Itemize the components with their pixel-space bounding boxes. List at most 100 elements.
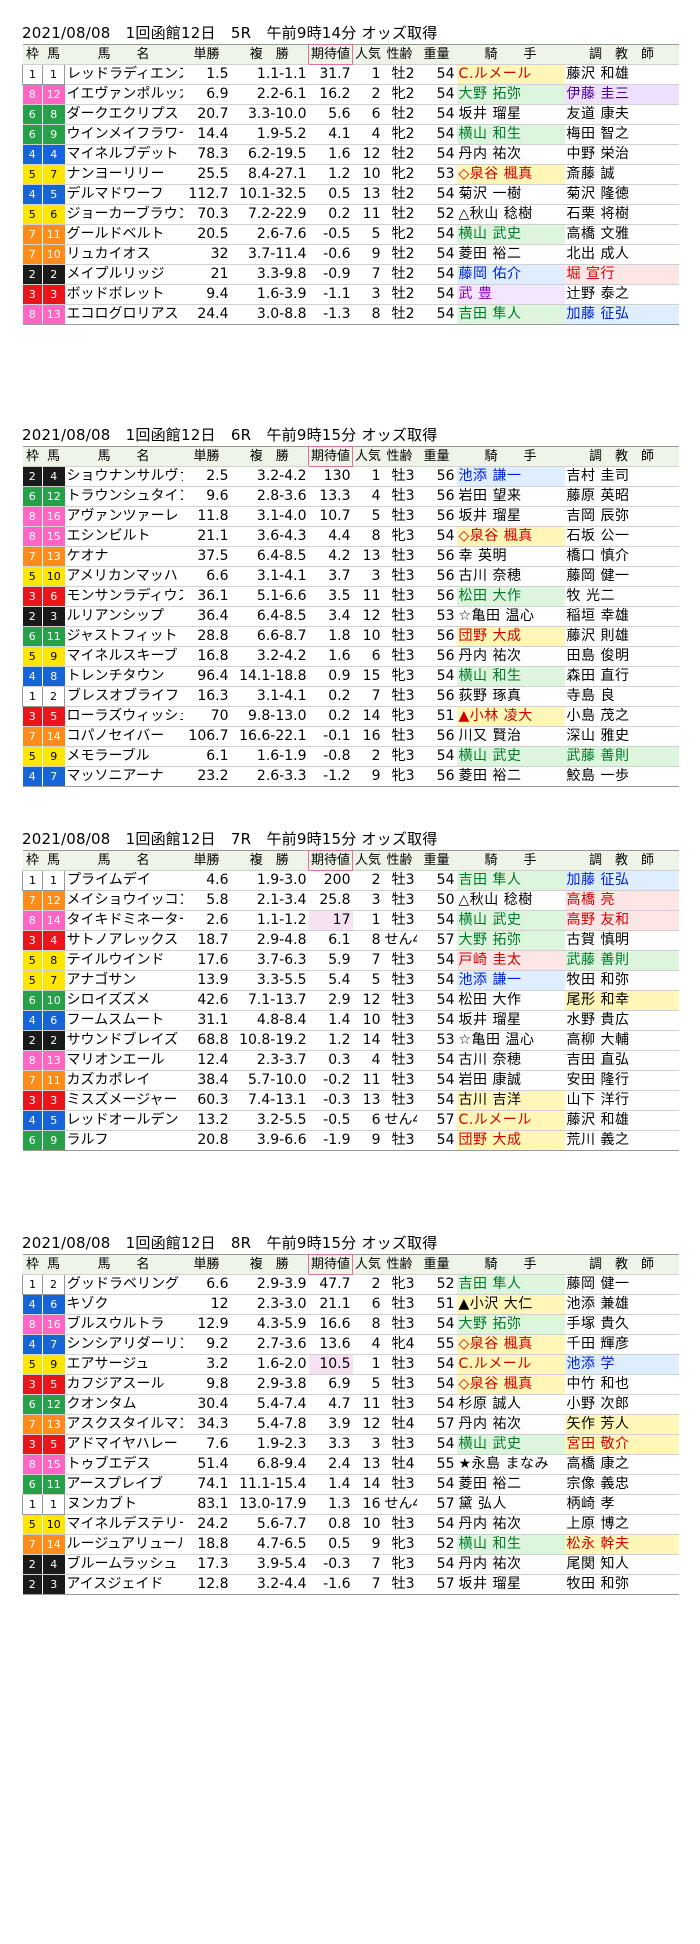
weight: 54 — [416, 970, 457, 991]
weight: 54 — [416, 1514, 457, 1535]
win-odds: 21 — [182, 264, 231, 285]
sex-age: 牡3 — [382, 506, 417, 527]
table-row[interactable]: 2 4 ブルームラッシュ 17.3 3.9-5.4 -0.3 7 牝3 54 丹内 祐次 尾関 知人 — [22, 1554, 679, 1575]
horse-name: トレンチタウン — [64, 666, 183, 687]
jockey-name: 古川 奈穂 — [456, 566, 565, 587]
table-row[interactable]: 8 16 アヴァンツァーレ 11.8 3.1-4.0 10.7 5 牡3 56 坂井 瑠星 吉岡 辰… — [22, 506, 679, 527]
table-row[interactable]: 6 11 ジャストフィット 28.8 6.6-8.7 1.8 10 牡3 56 団野 大成 藤沢 則… — [22, 626, 679, 647]
table-row[interactable]: 6 12 クオンタム 30.4 5.4-7.4 4.7 11 牡3 54 杉原 誠人 小野 次郎 — [22, 1394, 679, 1415]
horse-name: アメリカンマッハ — [64, 566, 183, 587]
table-row[interactable]: 4 8 トレンチタウン 96.4 14.1-18.8 0.9 15 牝3 54 横山 和生 森田 直… — [22, 666, 679, 687]
table-row[interactable]: 4 5 デルマドワーフ 112.7 10.1-32.5 0.5 13 牡2 54 菊沢 一樹 菊沢 … — [22, 184, 679, 205]
jockey-name: 菱田 裕二 — [456, 1474, 565, 1495]
table-row[interactable]: 7 11 グールドベルト 20.5 2.6-7.6 -0.5 5 牝2 54 横山 武史 高橋 文雅 — [22, 224, 679, 245]
table-row[interactable]: 2 2 メイプルリッジ 21 3.3-9.8 -0.9 7 牡2 54 藤岡 佑介堀 宣行 — [22, 264, 679, 285]
horse-number: 8 — [42, 104, 65, 125]
table-row[interactable]: 5 8 テイルウインド 17.6 3.7-6.3 5.9 7 牡3 54 戸崎 圭太 武藤 善則 — [22, 950, 679, 971]
horse-name: メイプルリッジ — [64, 264, 183, 285]
sex-age: 牡2 — [382, 64, 417, 85]
jockey-name: 丹内 祐次 — [456, 1554, 565, 1575]
table-row[interactable]: 5 6 ジョーカーブラウン 70.3 7.2-22.9 0.2 11 牡2 52 △秋山 稔樹 石栗… — [22, 204, 679, 225]
table-row[interactable]: 5 10 アメリカンマッハ 6.6 3.1-4.1 3.7 3 牡3 56 古川 奈穂 藤岡 健一 — [22, 566, 679, 587]
waku-badge: 6 — [22, 124, 43, 145]
header-exp: 期待値 — [308, 1254, 353, 1275]
horse-name: ミスズメージャー — [64, 1090, 183, 1111]
horse-name: トラウンシュタイン — [64, 486, 183, 507]
table-row[interactable]: 5 7 アナゴサン 13.9 3.3-5.5 5.4 5 牡3 54 池添 謙一 牧田 和弥 — [22, 970, 679, 991]
table-row[interactable]: 4 6 キゾク 12 2.3-3.0 21.1 6 牡3 51 ▲小沢 大仁 池添 兼雄 — [22, 1294, 679, 1315]
table-row[interactable]: 1 2 グッドラベリング 6.6 2.9-3.9 47.7 2 牝3 52 吉田 隼人 藤岡 健一 — [22, 1274, 679, 1295]
table-row[interactable]: 8 14 タイキドミネーター 2.6 1.1-1.2 17 1 牡3 54 横山 武史 高野 友和 — [22, 910, 679, 931]
table-row[interactable]: 45レッドオールデン13.23.2-5.5-0.56せん457C.ルメール藤沢 … — [22, 1110, 679, 1131]
horse-number: 11 — [42, 1070, 65, 1091]
table-row[interactable]: 4 4 マイネルブデット 78.3 6.2-19.5 1.6 12 牡2 54 丹内 祐次 中野 栄… — [22, 144, 679, 165]
win-odds: 112.7 — [182, 184, 231, 205]
horse-name: レッドオールデン — [64, 1110, 183, 1131]
popularity: 7 — [352, 1554, 383, 1575]
table-row[interactable]: 4 7 シンシアリダーリン 9.2 2.7-3.6 13.6 4 牝4 55 ◇泉谷 楓真 千田 輝… — [22, 1334, 679, 1355]
table-row[interactable]: 6 11 アースプレイブ 74.1 11.1-15.4 1.4 14 牡3 54 菱田 裕二 宗像 … — [22, 1474, 679, 1495]
table-row[interactable]: 7 11 カズカポレイ 38.4 5.7-10.0 -0.2 11 牡3 54 岩田 康誠 安田 隆… — [22, 1070, 679, 1091]
table-row[interactable]: 3 3 ミスズメージャー 60.3 7.4-13.1 -0.3 13 牡3 54 古川 吉洋 山下 … — [22, 1090, 679, 1111]
table-row[interactable]: 7 14 ルージュアリュール 18.8 4.7-6.5 0.5 9 牝3 52 横山 和生 松永 幹… — [22, 1534, 679, 1555]
table-row[interactable]: 7 10 リュカイオス 32 3.7-11.4 -0.6 9 牡2 54 菱田 裕二 北出 成人 — [22, 244, 679, 265]
expected-value: 2.9 — [308, 990, 353, 1011]
expected-value: -0.6 — [308, 244, 353, 265]
table-row[interactable]: 2 2 サウンドブレイズ 68.8 10.8-19.2 1.2 14 牡3 53 ☆亀田 温心 高柳… — [22, 1030, 679, 1051]
trainer-name: 加藤 征弘 — [564, 870, 679, 891]
waku-badge: 4 — [22, 184, 43, 205]
table-row[interactable]: 6 9 ウインメイフラワー 14.4 1.9-5.2 4.1 4 牝2 54 横山 和生 梅田 智之 — [22, 124, 679, 145]
table-row[interactable]: 4 7 マッソニアーナ 23.2 2.6-3.3 -1.2 9 牝3 56 菱田 裕二 鮫島 一歩 — [22, 766, 679, 787]
table-row[interactable]: 6 8 ダークエクリプス 20.7 3.3-10.0 5.6 6 牡2 54 坂井 瑠星 友道 康夫 — [22, 104, 679, 125]
table-row[interactable]: 8 13 マリオンエール 12.4 2.3-3.7 0.3 4 牡3 54 古川 奈穂 吉田 直弘 — [22, 1050, 679, 1071]
horse-name: ヌンカブト — [64, 1494, 183, 1515]
table-row[interactable]: 7 12 メイショウイッコン 5.8 2.1-3.4 25.8 3 牡3 50 △秋山 稔樹 高橋 … — [22, 890, 679, 911]
table-row[interactable]: 5 9 メモラーブル 6.1 1.6-1.9 -0.8 2 牝3 54 横山 武史 武藤 善則 — [22, 746, 679, 767]
table-row[interactable]: 3 6 モンサンラディウス 36.1 5.1-6.6 3.5 11 牡3 56 松田 大作牧 光二 — [22, 586, 679, 607]
table-row[interactable]: 5 7 ナンヨーリリー 25.5 8.4-27.1 1.2 10 牝2 53 ◇泉谷 楓真 斎藤 誠 — [22, 164, 679, 185]
table-row[interactable]: 1 1 レッドラディエンス 1.5 1.1-1.1 31.7 1 牡2 54 C.ルメール 藤沢 和… — [22, 64, 679, 85]
table-row[interactable]: 1 2 ブレスオブライフ 16.3 3.1-4.1 0.2 7 牡3 56 荻野 琢真 寺島 良 — [22, 686, 679, 707]
place-odds: 2.9-3.8 — [230, 1374, 309, 1395]
trainer-name: 水野 貴広 — [564, 1010, 679, 1031]
table-row[interactable]: 7 14 コパノセイバー 106.7 16.6-22.1 -0.1 16 牡3 56 川又 賢治深… — [22, 726, 679, 747]
table-row[interactable]: 11ヌンカブト83.113.0-17.91.316せん457黛 弘人柄崎 孝 — [22, 1494, 679, 1515]
waku-badge: 3 — [22, 930, 43, 951]
table-row[interactable]: 7 13 ケオナ 37.5 6.4-8.5 4.2 13 牡3 56 幸 英明 橋口 慎介 — [22, 546, 679, 567]
sex-age: 牝2 — [382, 84, 417, 105]
odds-table: 枠馬馬 名単勝複 勝期待値 人気 性齢 重量騎 手調 教 師 2 4 ショウナンサルヴァ 2.… — [22, 446, 679, 787]
table-row[interactable]: 8 15 トゥブエデス 51.4 6.8-9.4 2.4 13 牡4 55 ★永島 まなみ 高橋 康… — [22, 1454, 679, 1475]
weight: 54 — [416, 84, 457, 105]
table-row[interactable]: 7 13 アスクスタイルマン 34.3 5.4-7.8 3.9 12 牡4 57 丹内 祐次 矢作 … — [22, 1414, 679, 1435]
table-row[interactable]: 1 1 プライムデイ 4.6 1.9-3.0 200 2 牡3 54 吉田 隼人 加藤 征弘 — [22, 870, 679, 891]
table-row[interactable]: 5 9 エアサージュ 3.2 1.6-2.0 10.5 1 牡3 54 C.ルメール 池添 学 — [22, 1354, 679, 1375]
table-row[interactable]: 6 10 シロイズズメ 42.6 7.1-13.7 2.9 12 牡3 54 松田 大作 尾形 和幸 — [22, 990, 679, 1011]
table-row[interactable]: 3 5 ローラズウィッシュ 70 9.8-13.0 0.2 14 牝3 51 ▲小林 凌大 小島 茂… — [22, 706, 679, 727]
table-row[interactable]: 6 12 トラウンシュタイン 9.6 2.8-3.6 13.3 4 牡3 56 岩田 望来 藤原 英… — [22, 486, 679, 507]
table-row[interactable]: 8 15 エシンビルト 21.1 3.6-4.3 4.4 8 牝3 54 ◇泉谷 楓真 石坂 公一 — [22, 526, 679, 547]
table-row[interactable]: 5 9 マイネルスキーブ 16.8 3.2-4.2 1.6 6 牡3 56 丹内 祐次 田島 俊明 — [22, 646, 679, 667]
jockey-name: 坂井 瑠星 — [456, 506, 565, 527]
horse-name: テイルウインド — [64, 950, 183, 971]
table-row[interactable]: 5 10 マイネルデステリー 24.2 5.6-7.7 0.8 10 牡3 54 丹内 祐次 上原 … — [22, 1514, 679, 1535]
expected-value: 5.4 — [308, 970, 353, 991]
table-row[interactable]: 4 6 フームスムート 31.1 4.8-8.4 1.4 10 牡3 54 坂井 瑠星 水野 貴広 — [22, 1010, 679, 1031]
table-row[interactable]: 3 5 カフジアスール 9.8 2.9-3.8 6.9 5 牡3 54 ◇泉谷 楓真 中竹 和也 — [22, 1374, 679, 1395]
table-row[interactable]: 8 13 エコログロリアス 24.4 3.0-8.8 -1.3 8 牡2 54 吉田 隼人 加藤 征… — [22, 304, 679, 325]
trainer-name: 尾形 和幸 — [564, 990, 679, 1011]
sex-age: 牡3 — [382, 466, 417, 487]
table-row[interactable]: 2 3 ルリアンシップ 36.4 6.4-8.5 3.4 12 牡3 53 ☆亀田 温心 稲垣 幸雄 — [22, 606, 679, 627]
expected-value: 3.5 — [308, 586, 353, 607]
race-title: 2021/08/08 1回函館12日 6R 午前9時15分 オッズ取得 — [22, 426, 438, 444]
header-waku: 枠 — [22, 1254, 43, 1275]
table-row[interactable]: 34サトノアレックス18.72.9-4.86.18せん457大野 拓弥古賀 慎明 — [22, 930, 679, 951]
table-row[interactable]: 3 3 ボッドボレット 9.4 1.6-3.9 -1.1 3 牡2 54 武 豊辻野 泰之 — [22, 284, 679, 305]
table-header-row: 枠馬馬 名単勝複 勝期待値 人気 性齢 重量騎 手調 教 師 — [22, 44, 679, 65]
table-row[interactable]: 2 4 ショウナンサルヴァ 2.5 3.2-4.2 130 1 牡3 56 池添 謙一 吉村 圭司 — [22, 466, 679, 487]
table-row[interactable]: 8 16 ブルスウルトラ 12.9 4.3-5.9 16.6 8 牡3 54 大野 拓弥 手塚 貴久 — [22, 1314, 679, 1335]
table-row[interactable]: 6 9 ラルフ 20.8 3.9-6.6 -1.9 9 牡3 54 団野 大成 荒川 義之 — [22, 1130, 679, 1151]
table-row[interactable]: 3 5 アドマイヤハレー 7.6 1.9-2.3 3.3 3 牡3 54 横山 武史 宮田 敬介 — [22, 1434, 679, 1455]
expected-value: 13.6 — [308, 1334, 353, 1355]
table-row[interactable]: 2 3 アイスジェイド 12.8 3.2-4.4 -1.6 7 牡3 57 坂井 瑠星 牧田 和弥 — [22, 1574, 679, 1595]
table-row[interactable]: 8 12 イエヴァンポルッカ 6.9 2.2-6.1 16.2 2 牝2 54 大野 拓弥 伊藤 圭… — [22, 84, 679, 105]
